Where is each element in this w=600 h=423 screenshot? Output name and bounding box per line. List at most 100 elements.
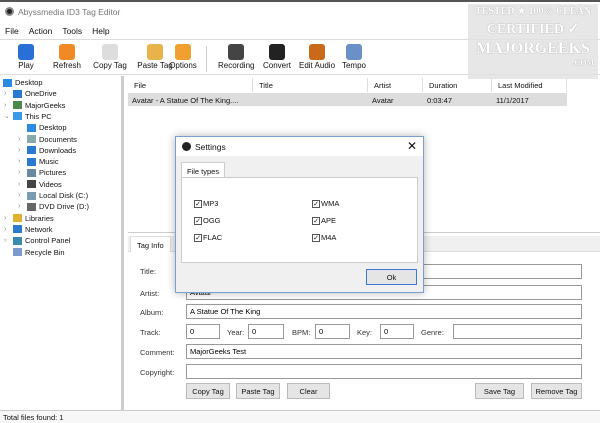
tempo-button[interactable]: Tempo [340,42,368,70]
tree-item[interactable]: › Downloads [18,145,76,156]
key-input[interactable] [380,324,414,339]
dialog-title-bar: Settings ✕ [176,137,423,156]
toolbar-separator [206,46,207,72]
checkbox-icon[interactable]: ✓ [312,233,320,242]
copyright-input[interactable] [186,364,582,379]
network-icon [13,225,22,234]
disk-icon [27,191,36,200]
tree-item[interactable]: Desktop [3,77,43,88]
chevron-right-icon[interactable]: › [4,237,10,244]
menu-action[interactable]: Action [24,22,58,40]
checkbox-icon[interactable]: ✓ [194,233,202,242]
close-icon[interactable]: ✕ [407,139,417,153]
checkbox-label: MP3 [203,199,219,208]
tab-file-types[interactable]: File types [181,162,226,178]
copy-tag-button[interactable]: Copy Tag [186,383,230,399]
wrench-icon [175,44,191,60]
chevron-right-icon[interactable]: › [18,181,24,188]
cloud-icon [13,89,22,98]
toolbar-label: Refresh [52,61,81,70]
checkbox-ogg[interactable]: ✓ OGG [194,216,221,225]
tree-item[interactable]: › DVD Drive (D:) [18,201,89,212]
tree-item[interactable]: › Documents [18,134,77,145]
tree-item[interactable]: › Videos [18,179,62,190]
tree-item[interactable]: Desktop [18,122,67,133]
chevron-right-icon[interactable]: › [18,203,24,210]
play-button[interactable]: Play [8,42,44,70]
app-icon [5,7,14,16]
chevron-right-icon[interactable]: › [4,90,10,97]
comment-input[interactable] [186,344,582,359]
checkbox-flac[interactable]: ✓ FLAC [194,233,222,242]
album-input[interactable] [186,304,582,319]
toolbar-label: Options [169,61,197,70]
checkbox-icon[interactable]: ✓ [194,216,202,225]
column-header[interactable]: Last Modified [492,78,567,92]
tree-item[interactable]: ⌄ This PC [4,111,52,122]
refresh-button[interactable]: Refresh [50,42,84,70]
status-bar: Total files found: 1 [0,410,600,423]
checkbox-wma[interactable]: ✓ WMA [312,199,339,208]
checkbox-mp3[interactable]: ✓ MP3 [194,199,218,208]
chevron-right-icon[interactable]: › [18,136,24,143]
tree-label: Pictures [39,168,67,178]
menu-tools[interactable]: Tools [57,22,87,40]
copyright-label: Copyright: [140,368,175,377]
chevron-right-icon[interactable]: › [18,169,24,176]
tree-item[interactable]: › Control Panel [4,235,70,246]
tree-item[interactable]: › Libraries [4,213,54,224]
paste-tag-button[interactable]: Paste Tag [236,383,280,399]
chevron-down-icon[interactable]: ⌄ [4,112,10,120]
column-header[interactable]: Duration [423,78,492,92]
toolbar-label: Edit Audio [298,61,336,70]
checkbox-m4a[interactable]: ✓ M4A [312,233,336,242]
videos-icon [27,180,36,189]
tree-item[interactable]: › Local Disk (C:) [18,190,88,201]
checkbox-ape[interactable]: ✓ APE [312,216,336,225]
tree-label: Documents [39,134,77,144]
column-header[interactable]: Artist [368,78,423,92]
save-tag-button[interactable]: Save Tag [475,383,524,399]
ok-button[interactable]: Ok [366,269,417,285]
chevron-right-icon[interactable]: › [18,192,24,199]
edit-audio-button[interactable]: Edit Audio [296,42,338,70]
column-header[interactable]: File [128,78,253,92]
checkbox-icon[interactable]: ✓ [194,199,202,208]
title-label: Title: [140,267,156,276]
checkbox-icon[interactable]: ✓ [312,199,320,208]
convert-button[interactable]: Convert [262,42,292,70]
tree-item[interactable]: › MajorGeeks [4,100,65,111]
checkbox-label: APE [321,216,337,225]
control-panel-icon [13,236,22,245]
music-icon [27,157,36,166]
tree-label: Desktop [15,78,43,87]
folder-tree[interactable]: Desktop › OneDrive › MajorGeeks ⌄ This PC Deskt… [0,76,124,410]
copy-tag-button[interactable]: Copy Tag [88,42,132,70]
clear-button[interactable]: Clear [287,383,330,399]
tree-item[interactable]: › Pictures [18,167,66,178]
tree-item[interactable]: › Music [18,156,59,167]
tree-item[interactable]: › Network [4,224,53,235]
play-icon [18,44,34,60]
remove-tag-button[interactable]: Remove Tag [531,383,582,399]
chevron-right-icon[interactable]: › [18,147,24,154]
recording-button[interactable]: Recording [218,42,254,70]
menu-help[interactable]: Help [87,22,114,40]
menu-file[interactable]: File [0,22,24,40]
tree-item[interactable]: Recycle Bin [4,247,65,258]
tab-tag-info[interactable]: Tag Info [130,236,171,252]
chevron-right-icon[interactable]: › [18,158,24,165]
documents-icon [27,135,36,143]
options-button[interactable]: Options [168,42,198,70]
year-input[interactable] [248,324,284,339]
checkbox-icon[interactable]: ✓ [312,216,320,225]
track-input[interactable] [186,324,220,339]
chevron-right-icon[interactable]: › [4,102,10,109]
tree-label: DVD Drive (D:) [39,202,89,212]
bpm-input[interactable] [315,324,350,339]
chevron-right-icon[interactable]: › [4,215,10,222]
tree-item[interactable]: › OneDrive [4,88,57,99]
column-header[interactable]: Title [253,78,368,92]
genre-input[interactable] [453,324,582,339]
chevron-right-icon[interactable]: › [4,226,10,233]
